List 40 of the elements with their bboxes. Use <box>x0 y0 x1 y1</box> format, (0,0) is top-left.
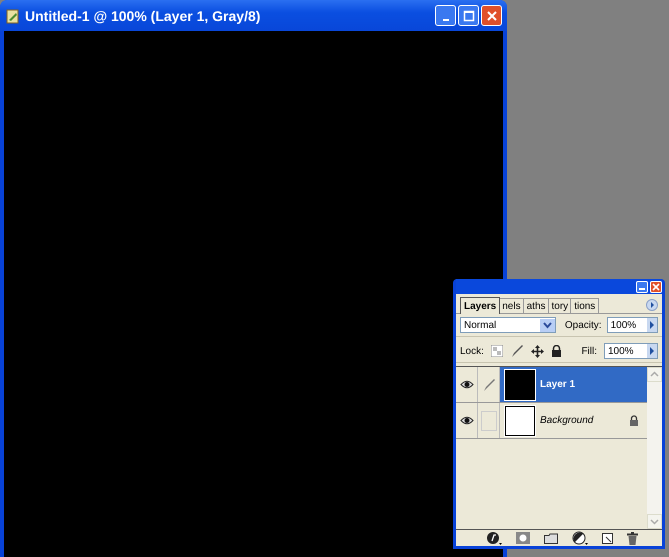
adjustment-layer-icon[interactable] <box>572 531 588 545</box>
maximize-icon <box>462 10 474 22</box>
brush-icon[interactable] <box>510 344 524 358</box>
layer-row[interactable]: Layer 1 <box>456 367 647 403</box>
chevron-down-icon <box>540 318 555 332</box>
fill-label: Fill: <box>581 346 597 356</box>
close-icon <box>652 282 660 290</box>
layer-name: Layer 1 <box>540 379 576 390</box>
palette-menu-icon[interactable] <box>646 299 658 311</box>
close-button[interactable] <box>481 5 502 26</box>
arrow-right-icon[interactable] <box>647 318 657 332</box>
palette-tab[interactable]: tions <box>570 298 600 313</box>
close-button[interactable] <box>650 280 662 292</box>
minimize-button[interactable] <box>636 280 648 292</box>
lock-icon[interactable] <box>550 345 562 357</box>
fill-field[interactable]: 100% <box>604 343 658 359</box>
maximize-button[interactable] <box>458 5 479 26</box>
document-icon <box>5 8 21 24</box>
close-icon <box>486 10 498 22</box>
blend-mode-dropdown[interactable]: Normal <box>460 317 556 333</box>
arrow-right-icon[interactable] <box>647 344 657 358</box>
layer-name: Background <box>540 415 594 426</box>
checkerboard-icon[interactable] <box>490 345 503 357</box>
move-icon[interactable] <box>530 344 544 358</box>
trash-icon[interactable] <box>627 532 638 544</box>
minimize-icon <box>442 18 448 20</box>
mask-icon[interactable] <box>516 532 530 544</box>
new-layer-icon[interactable] <box>602 532 613 544</box>
eye-icon[interactable] <box>460 416 474 425</box>
layer-style-icon[interactable] <box>486 531 502 545</box>
eye-icon[interactable] <box>460 380 474 389</box>
window-title: Untitled-1 @ 100% (Layer 1, Gray/8) <box>25 8 262 24</box>
palette-tab[interactable]: Layers <box>460 297 500 314</box>
folder-icon[interactable] <box>544 532 558 544</box>
minimize-button[interactable] <box>435 5 456 26</box>
layer-row[interactable]: Background <box>456 403 647 439</box>
lock-label: Lock: <box>460 346 484 356</box>
opacity-field[interactable]: 100% <box>606 317 658 333</box>
opacity-label: Opacity: <box>564 320 602 330</box>
palette-tab[interactable]: aths <box>522 298 550 313</box>
